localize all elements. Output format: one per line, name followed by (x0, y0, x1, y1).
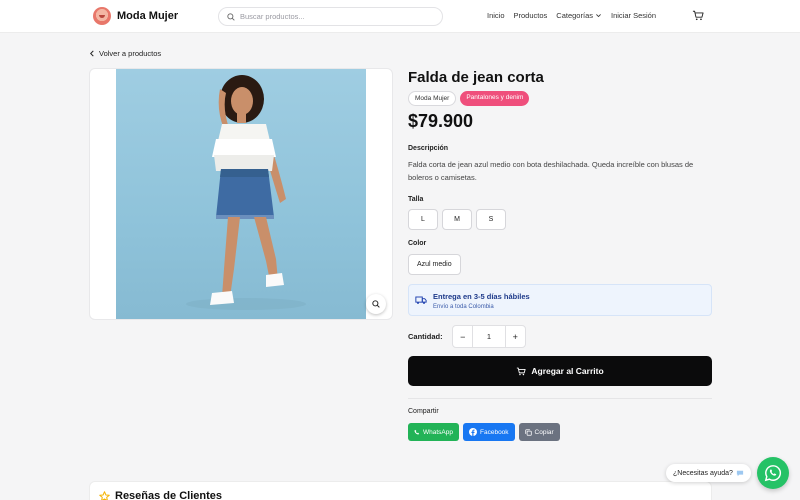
share-whatsapp-button[interactable]: WhatsApp (408, 423, 459, 441)
size-option-s[interactable]: S (476, 209, 506, 230)
product-photo[interactable] (116, 69, 366, 319)
product-price: $79.900 (408, 111, 474, 131)
nav-inicio[interactable]: Inicio (487, 11, 505, 20)
search-icon (227, 12, 235, 21)
phone-icon (414, 429, 420, 435)
whatsapp-icon (764, 465, 782, 482)
logo-icon (93, 7, 111, 25)
copy-link-button[interactable]: Copiar (518, 423, 560, 441)
chevron-down-icon (596, 14, 601, 18)
quantity-decrease-button[interactable]: − (453, 332, 472, 342)
zoom-icon (372, 300, 380, 308)
share-facebook-button[interactable]: Facebook (463, 423, 515, 441)
delivery-subtitle: Envío a toda Colombia (433, 304, 494, 310)
quantity-stepper: − 1 + (452, 325, 526, 348)
add-to-cart-label: Agregar al Carrito (531, 366, 604, 376)
share-whatsapp-label: WhatsApp (423, 428, 453, 436)
nav-categorias-label: Categorías (556, 11, 593, 20)
top-header: Moda Mujer Inicio Productos Categorías I… (0, 0, 800, 33)
color-label: Color (408, 240, 427, 247)
share-facebook-label: Facebook (480, 428, 509, 436)
size-label: Talla (408, 196, 424, 203)
main-nav: Inicio Productos Categorías Iniciar Sesi… (487, 11, 656, 20)
nav-productos[interactable]: Productos (514, 11, 548, 20)
size-options: L M S (408, 209, 506, 230)
whatsapp-chat-button[interactable] (757, 457, 789, 489)
share-buttons: WhatsApp Facebook Copiar (408, 423, 560, 441)
product-image-card (89, 68, 393, 320)
size-option-m[interactable]: M (442, 209, 472, 230)
description-label: Descripción (408, 145, 449, 152)
quantity-label: Cantidad: (408, 332, 443, 341)
brand-logo[interactable]: Moda Mujer (93, 7, 178, 25)
cart-icon[interactable] (692, 10, 704, 21)
help-bubble[interactable]: ¿Necesitas ayuda? (666, 464, 751, 482)
product-title: Falda de jean corta (408, 69, 544, 86)
product-tags: Moda Mujer Pantalones y denim (408, 91, 530, 106)
delivery-info: Entrega en 3-5 días hábiles Envío a toda… (408, 284, 712, 316)
chevron-left-icon (90, 50, 94, 57)
facebook-icon (469, 428, 477, 436)
back-link-label: Volver a productos (99, 49, 162, 58)
search-input[interactable] (240, 12, 430, 21)
help-bubble-text: ¿Necesitas ayuda? (673, 469, 733, 477)
brand-tag[interactable]: Moda Mujer (408, 91, 457, 106)
zoom-button[interactable] (366, 294, 386, 314)
delivery-title: Entrega en 3-5 días hábiles (433, 292, 530, 301)
copy-link-label: Copiar (534, 428, 554, 436)
color-option[interactable]: Azul medio (408, 254, 461, 275)
brand-name: Moda Mujer (117, 10, 179, 22)
quantity-increase-button[interactable]: + (506, 332, 525, 342)
nav-categorias[interactable]: Categorías (556, 11, 602, 20)
copy-icon (524, 428, 532, 436)
chat-bubble-icon (736, 470, 744, 476)
divider (408, 398, 712, 399)
share-label: Compartir (408, 408, 439, 415)
back-link[interactable]: Volver a productos (89, 49, 161, 58)
size-option-l[interactable]: L (408, 209, 438, 230)
reviews-title: Reseñas de Clientes (115, 490, 222, 500)
search-bar[interactable] (218, 7, 443, 26)
model-illustration (186, 75, 306, 310)
add-to-cart-button[interactable]: Agregar al Carrito (408, 356, 712, 386)
category-tag[interactable]: Pantalones y denim (460, 91, 530, 106)
reviews-heading: Reseñas de Clientes (99, 490, 222, 500)
truck-icon (415, 296, 427, 304)
nav-login[interactable]: Iniciar Sesión (611, 11, 656, 20)
product-description: Falda corta de jean azul medio con bota … (408, 160, 694, 182)
cart-icon (517, 367, 526, 375)
quantity-value[interactable]: 1 (472, 326, 506, 347)
star-icon (99, 490, 110, 500)
